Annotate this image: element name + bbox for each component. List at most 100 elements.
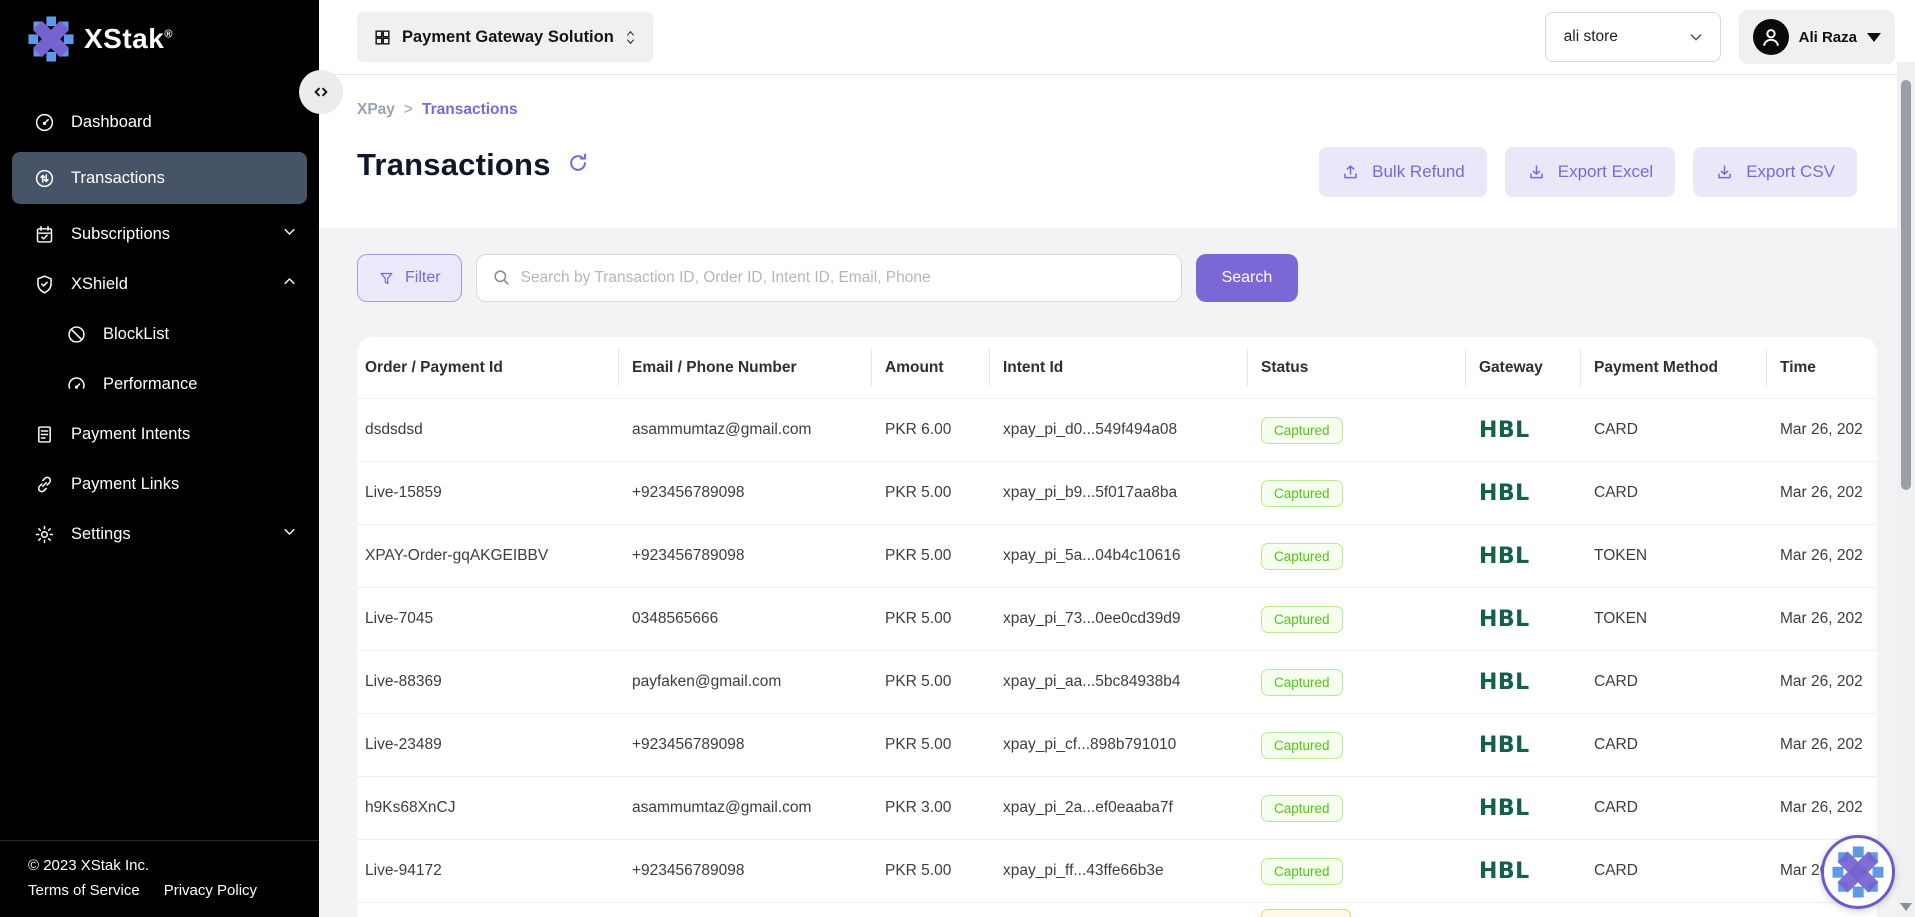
scrollbar-thumb[interactable] — [1901, 80, 1911, 490]
table-row[interactable]: Live-7045 0348565666 PKR 5.00 xpay_pi_73… — [357, 587, 1877, 650]
gateway-hbl-logo: HBL — [1479, 544, 1530, 569]
vertical-scrollbar[interactable] — [1897, 62, 1915, 917]
cell-email-phone: payfaken@gmail.com — [624, 673, 877, 691]
sidebar-item-payment-intents[interactable]: Payment Intents — [0, 412, 319, 456]
block-icon — [66, 324, 87, 345]
cell-order-payment-id: XPAY-Order-gqAKGEIBBV — [357, 547, 624, 565]
table-body: dsdsdsd asammumtaz@gmail.com PKR 6.00 xp… — [357, 398, 1877, 902]
sidebar: XStak® Dashboard Transactions Subscripti… — [0, 0, 319, 917]
cell-intent-id: xpay_pi_b9...5f017aa8ba — [995, 484, 1253, 502]
gateway-hbl-logo: HBL — [1479, 796, 1530, 821]
grid-icon — [373, 28, 392, 47]
breadcrumb-root[interactable]: XPay — [357, 101, 395, 119]
sidebar-item-payment-links[interactable]: Payment Links — [0, 462, 319, 506]
export-excel-button[interactable]: Export Excel — [1505, 147, 1675, 197]
cell-email-phone: asammumtaz@gmail.com — [624, 421, 877, 439]
sidebar-nav: Dashboard Transactions Subscriptions XSh… — [0, 94, 319, 840]
status-badge: Captured — [1261, 858, 1343, 885]
cell-intent-id: xpay_pi_aa...5bc84938b4 — [995, 673, 1253, 691]
transactions-icon — [34, 168, 55, 189]
sidebar-item-settings[interactable]: Settings — [0, 512, 319, 556]
cell-time: Mar 26, 202 — [1772, 421, 1877, 439]
sidebar-item-label: Payment Links — [71, 475, 297, 494]
breadcrumb-current[interactable]: Transactions — [422, 101, 518, 119]
cell-amount: PKR 6.00 — [877, 421, 995, 439]
cell-amount: PKR 5.00 — [877, 547, 995, 565]
breadcrumb-separator: > — [404, 101, 413, 119]
cell-email-phone: asammumtaz@gmail.com — [624, 799, 877, 817]
refresh-icon — [567, 152, 589, 174]
table-row[interactable]: dsdsdsd asammumtaz@gmail.com PKR 6.00 xp… — [357, 398, 1877, 461]
sidebar-item-transactions[interactable]: Transactions — [12, 152, 307, 204]
table-row[interactable]: Live-15859 +923456789098 PKR 5.00 xpay_p… — [357, 461, 1877, 524]
app-switcher-label: Payment Gateway Solution — [402, 28, 614, 47]
cell-time: Mar 26, 202 — [1772, 547, 1877, 565]
table-row[interactable]: Live-23489 +923456789098 PKR 5.00 xpay_p… — [357, 713, 1877, 776]
scrollbar-down-arrow[interactable] — [1900, 903, 1912, 911]
cell-amount: PKR 5.00 — [877, 484, 995, 502]
brand-logo[interactable]: XStak® — [0, 0, 319, 72]
sidebar-item-xshield[interactable]: XShield — [0, 262, 319, 306]
breadcrumb: XPay > Transactions — [357, 101, 518, 119]
column-header: Email / Phone Number — [624, 337, 877, 398]
filter-button[interactable]: Filter — [357, 254, 462, 302]
search-button[interactable]: Search — [1196, 254, 1299, 302]
search-input[interactable] — [476, 254, 1182, 302]
cell-payment-method: CARD — [1586, 799, 1772, 817]
registered-mark: ® — [164, 29, 173, 41]
store-select[interactable]: ali store — [1545, 12, 1721, 62]
app-switcher-button[interactable]: Payment Gateway Solution — [357, 12, 653, 62]
avatar — [1753, 19, 1789, 55]
cell-amount: PKR 5.00 — [877, 673, 995, 691]
cell-payment-method: TOKEN — [1586, 610, 1772, 628]
cell-payment-method: TOKEN — [1586, 547, 1772, 565]
subscriptions-icon — [34, 224, 55, 245]
store-select-value: ali store — [1564, 28, 1618, 46]
table-row[interactable]: Live-94172 +923456789098 PKR 5.00 xpay_p… — [357, 839, 1877, 902]
sidebar-item-dashboard[interactable]: Dashboard — [0, 100, 319, 144]
shield-check-icon — [34, 274, 55, 295]
xstak-floating-widget-button[interactable] — [1821, 835, 1895, 909]
person-icon — [1758, 24, 1784, 50]
sidebar-item-performance[interactable]: Performance — [0, 362, 319, 406]
top-header: Payment Gateway Solution ali store Ali R… — [319, 0, 1915, 75]
cell-intent-id: xpay_pi_5a...04b4c10616 — [995, 547, 1253, 565]
sidebar-item-label: XShield — [71, 275, 266, 294]
bulk-refund-button[interactable]: Bulk Refund — [1319, 147, 1487, 197]
dashboard-icon — [34, 112, 55, 133]
gateway-hbl-logo: HBL — [1479, 418, 1530, 443]
refresh-button[interactable] — [567, 152, 589, 179]
table-row[interactable]: h9Ks68XnCJ asammumtaz@gmail.com PKR 3.00… — [357, 776, 1877, 839]
download-icon — [1527, 163, 1546, 182]
cell-email-phone: 0348565666 — [624, 610, 877, 628]
privacy-policy-link[interactable]: Privacy Policy — [164, 882, 257, 899]
cell-amount: PKR 5.00 — [877, 736, 995, 754]
sidebar-item-label: Transactions — [71, 169, 285, 188]
cell-amount: PKR 3.00 — [877, 799, 995, 817]
sidebar-item-blocklist[interactable]: BlockList — [0, 312, 319, 356]
sidebar-item-label: Dashboard — [71, 113, 297, 132]
terms-of-service-link[interactable]: Terms of Service — [28, 882, 140, 899]
cell-order-payment-id: Live-94172 — [357, 862, 624, 880]
sidebar-item-subscriptions[interactable]: Subscriptions — [0, 212, 319, 256]
cell-intent-id: xpay_pi_2a...ef0eaaba7f — [995, 799, 1253, 817]
gateway-hbl-logo: HBL — [1479, 670, 1530, 695]
cell-email-phone: +923456789098 — [624, 547, 877, 565]
status-badge: Captured — [1261, 480, 1343, 507]
chevron-up-icon — [282, 274, 297, 294]
sidebar-item-label: Performance — [103, 375, 297, 394]
sidebar-collapse-button[interactable] — [299, 70, 343, 114]
user-name: Ali Raza — [1799, 29, 1857, 46]
table-row[interactable]: Live-88369 payfaken@gmail.com PKR 5.00 x… — [357, 650, 1877, 713]
xstak-flower-icon — [28, 16, 74, 62]
caret-down-icon — [1867, 33, 1881, 42]
table-row[interactable]: XPAY-Order-gqAKGEIBBV +923456789098 PKR … — [357, 524, 1877, 587]
column-header: Time — [1772, 337, 1877, 398]
user-menu-button[interactable]: Ali Raza — [1739, 10, 1895, 64]
cell-intent-id: xpay_pi_ff...43ffe66b3e — [995, 862, 1253, 880]
export-csv-button[interactable]: Export CSV — [1693, 147, 1857, 197]
cell-time: Mar 26, 202 — [1772, 484, 1877, 502]
column-header: Order / Payment Id — [357, 337, 624, 398]
sidebar-item-label: Subscriptions — [71, 225, 266, 244]
cell-order-payment-id: Live-23489 — [357, 736, 624, 754]
